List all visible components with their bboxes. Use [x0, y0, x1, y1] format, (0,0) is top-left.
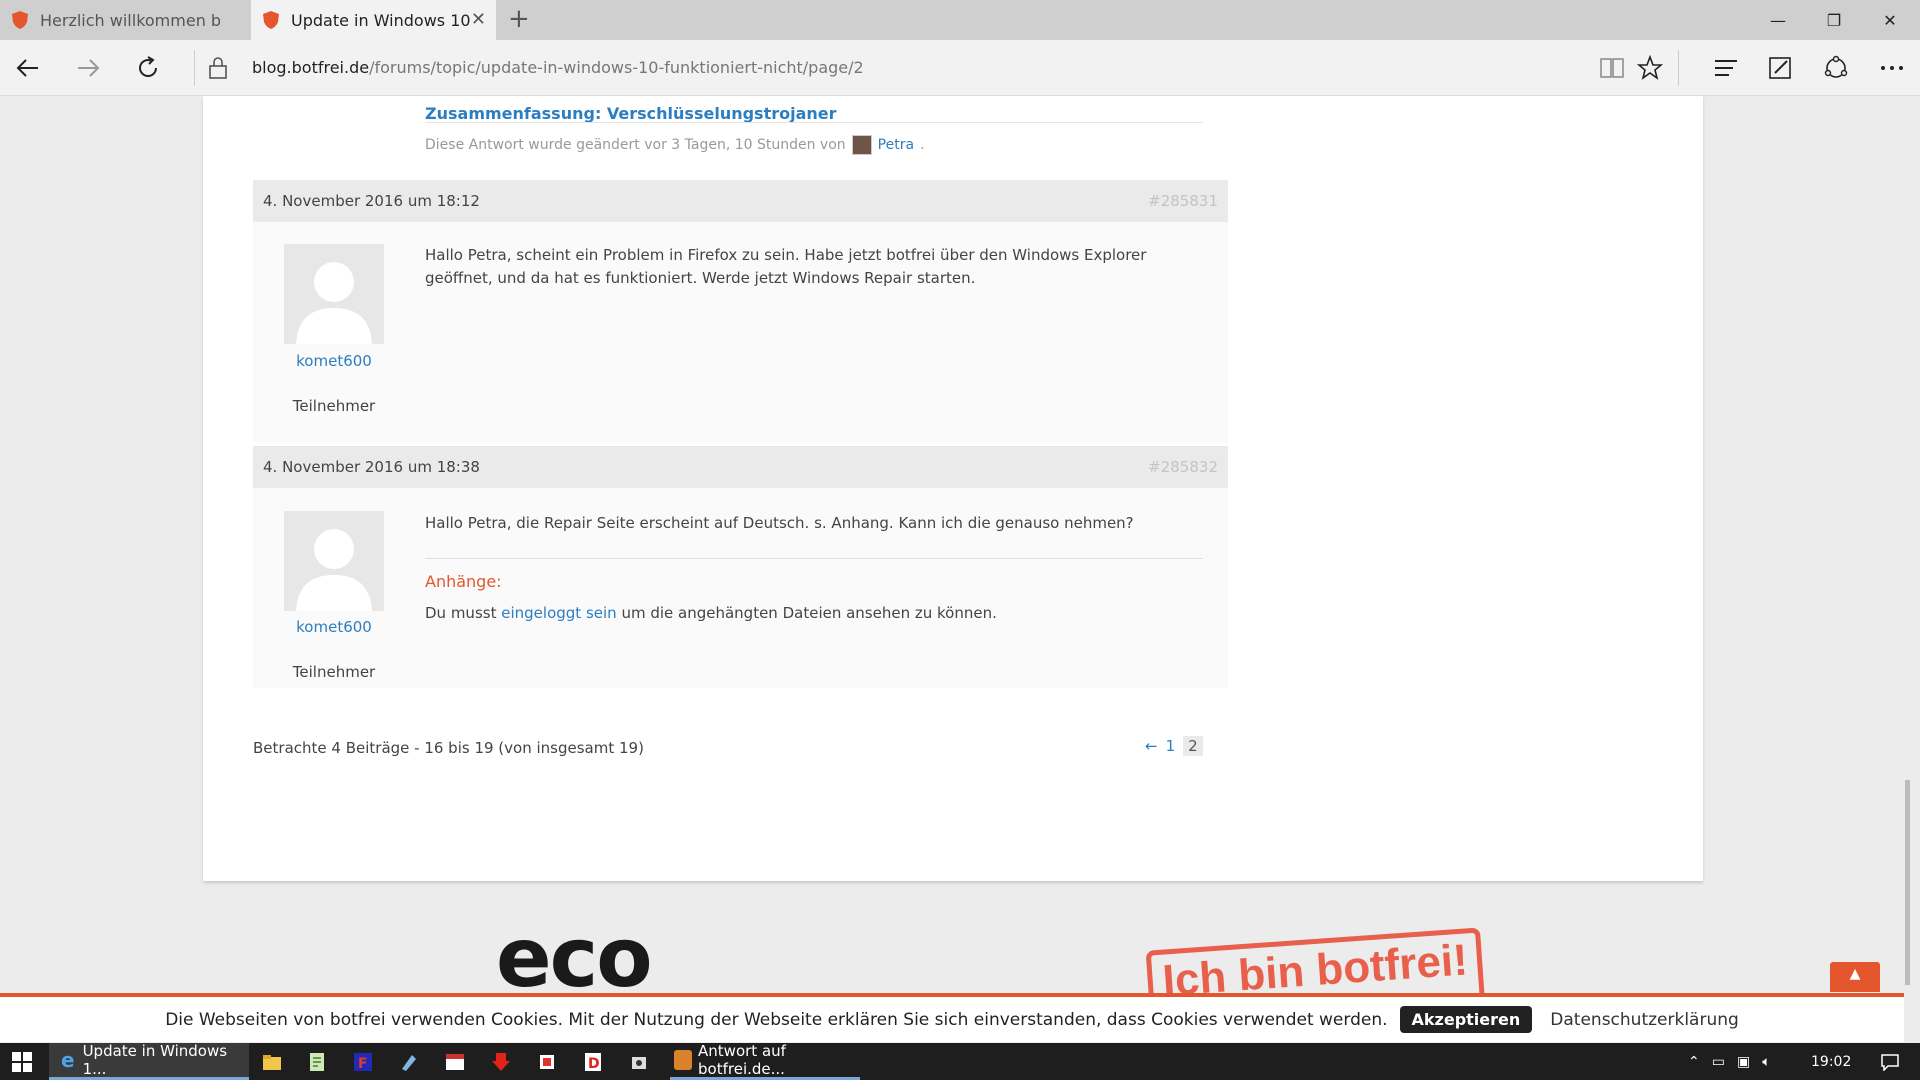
d-app-icon[interactable]: D — [582, 1051, 604, 1073]
default-user-icon — [296, 262, 372, 344]
author-link[interactable]: komet600 — [253, 618, 415, 636]
eco-logo: eco — [496, 911, 653, 1006]
reading-view-icon[interactable] — [1596, 52, 1628, 84]
attachments-note-prefix: Du musst — [425, 604, 497, 622]
start-button[interactable] — [0, 1043, 44, 1080]
forward-icon[interactable] — [72, 52, 104, 84]
reply-permalink[interactable]: #285831 — [1148, 192, 1218, 210]
attachments-note-suffix: um die angehängten Dateien ansehen zu kö… — [621, 604, 997, 622]
cookie-bar: Die Webseiten von botfrei verwenden Cook… — [0, 993, 1904, 1042]
author-role: Teilnehmer — [292, 663, 376, 681]
chevron-up-icon: ▲ — [1849, 966, 1861, 982]
tool-icon[interactable] — [536, 1051, 558, 1073]
system-tray: ⌃ ▭ ▣ 🔈︎ — [1688, 1043, 1771, 1080]
reply-permalink[interactable]: #285832 — [1148, 458, 1218, 476]
privacy-link[interactable]: Datenschutzerklärung — [1550, 1010, 1739, 1030]
back-icon[interactable] — [12, 52, 44, 84]
divider — [425, 122, 1203, 123]
hub-icon[interactable] — [1710, 52, 1742, 84]
divider — [425, 558, 1203, 559]
notepad-icon[interactable] — [306, 1051, 328, 1073]
lock-icon[interactable] — [202, 52, 234, 84]
reply-date: 4. November 2016 um 18:38 — [263, 458, 480, 476]
svg-text:D: D — [588, 1056, 600, 1072]
reply-header: 4. November 2016 um 18:12 #285831 — [253, 180, 1228, 222]
cookie-accept-button[interactable]: Akzeptieren — [1399, 1006, 1533, 1033]
more-menu-icon[interactable] — [1876, 52, 1908, 84]
firefox-icon — [674, 1050, 693, 1070]
chevron-up-icon[interactable]: ⌃ — [1688, 1054, 1700, 1070]
scrollbar-thumb[interactable] — [1905, 780, 1910, 985]
url-path: /forums/topic/update-in-windows-10-funkt… — [369, 58, 864, 77]
pagination-info: Betrachte 4 Beiträge - 16 bis 19 (von in… — [253, 739, 644, 757]
botfrei-shield-icon — [12, 11, 28, 29]
attachments-title: Anhänge: — [425, 572, 502, 591]
svg-text:F: F — [358, 1056, 368, 1072]
reply-body: komet600 Teilnehmer Hallo Petra, die Rep… — [253, 488, 1228, 688]
tab-title: Herzlich willkommen bei bo — [40, 10, 220, 30]
reply-text: Hallo Petra, scheint ein Problem in Fire… — [425, 246, 1147, 287]
download-icon[interactable] — [490, 1051, 512, 1073]
restore-icon[interactable]: ❐ — [1806, 0, 1862, 40]
default-user-icon — [296, 529, 372, 611]
refresh-icon[interactable] — [132, 52, 164, 84]
reply-body: komet600 Teilnehmer Hallo Petra, scheint… — [253, 222, 1228, 442]
botfrei-shield-icon — [263, 11, 279, 29]
tab-close-icon[interactable]: ✕ — [471, 9, 486, 30]
url-host: blog.botfrei.de — [252, 58, 370, 77]
taskbar-item-label: Antwort auf botfrei.de... — [698, 1042, 786, 1078]
address-bar: blog.botfrei.de/forums/topic/update-in-w… — [0, 40, 1920, 96]
url-field[interactable]: blog.botfrei.de/forums/topic/update-in-w… — [252, 58, 864, 77]
taskbar-edge-item[interactable]: e Update in Windows 1... — [49, 1042, 249, 1080]
minimize-icon[interactable]: — — [1750, 0, 1806, 40]
author-role: Teilnehmer — [292, 397, 376, 415]
camera-icon[interactable] — [628, 1051, 650, 1073]
new-tab-icon[interactable]: + — [508, 4, 530, 34]
app-window-icon[interactable] — [444, 1051, 466, 1073]
author-link[interactable]: komet600 — [253, 352, 415, 370]
avatar[interactable] — [284, 511, 384, 611]
tab-herzlich-willkommen[interactable]: Herzlich willkommen bei bo — [0, 0, 250, 40]
filezilla-icon[interactable]: F — [352, 1051, 374, 1073]
tab-title: Update in Windows 10 f — [291, 10, 471, 30]
prev-page-arrow-icon[interactable]: ← — [1145, 737, 1158, 755]
action-center-icon[interactable] — [1868, 1043, 1912, 1080]
scroll-to-top-button[interactable]: ▲ — [1830, 962, 1880, 992]
pagination: ← 1 2 — [1145, 736, 1203, 756]
reply-date: 4. November 2016 um 18:12 — [263, 192, 480, 210]
web-page: Zusammenfassung: Verschlüsselungstrojane… — [0, 96, 1904, 1043]
related-topic-link[interactable]: Zusammenfassung: Verschlüsselungstrojane… — [425, 104, 837, 123]
separator — [1678, 50, 1679, 86]
paint-icon[interactable] — [398, 1051, 420, 1073]
reply-header: 4. November 2016 um 18:38 #285832 — [253, 446, 1228, 488]
separator — [194, 50, 195, 86]
reply-text: Hallo Petra, die Repair Seite erscheint … — [425, 514, 1134, 532]
clock[interactable]: 19:02 — [1811, 1043, 1851, 1080]
avatar[interactable] — [284, 244, 384, 344]
cookie-message: Die Webseiten von botfrei verwenden Cook… — [165, 1009, 1388, 1030]
taskbar: e Update in Windows 1... F D Antwort auf… — [0, 1042, 1920, 1080]
attachments-note: Du musst eingeloggt sein um die angehäng… — [425, 604, 997, 622]
current-page: 2 — [1183, 736, 1203, 756]
edge-icon: e — [61, 1048, 75, 1072]
edited-note-text: Diese Antwort wurde geändert vor 3 Tagen… — [425, 137, 846, 153]
taskbar-reply-item[interactable]: Antwort auf botfrei.de... — [670, 1042, 860, 1080]
file-explorer-icon[interactable] — [261, 1051, 283, 1073]
editor-link[interactable]: Petra — [878, 137, 914, 153]
web-note-icon[interactable] — [1764, 52, 1796, 84]
taskbar-item-label: Update in Windows 1... — [82, 1042, 228, 1078]
windows-logo-icon — [12, 1051, 32, 1072]
network-icon[interactable]: ▣ — [1737, 1054, 1750, 1070]
volume-icon[interactable]: 🔈︎ — [1762, 1054, 1770, 1070]
tab-update-windows[interactable]: Update in Windows 10 f ✕ — [251, 0, 496, 40]
login-link[interactable]: eingeloggt sein — [501, 604, 616, 622]
favorite-star-icon[interactable] — [1634, 52, 1666, 84]
page-1-link[interactable]: 1 — [1166, 737, 1176, 755]
battery-icon[interactable]: ▭ — [1712, 1054, 1725, 1070]
close-window-icon[interactable]: ✕ — [1862, 0, 1918, 40]
edited-note: Diese Antwort wurde geändert vor 3 Tagen… — [425, 135, 925, 155]
tab-strip: Herzlich willkommen bei bo Update in Win… — [0, 0, 1920, 40]
editor-avatar — [851, 135, 872, 155]
share-icon[interactable] — [1820, 52, 1852, 84]
